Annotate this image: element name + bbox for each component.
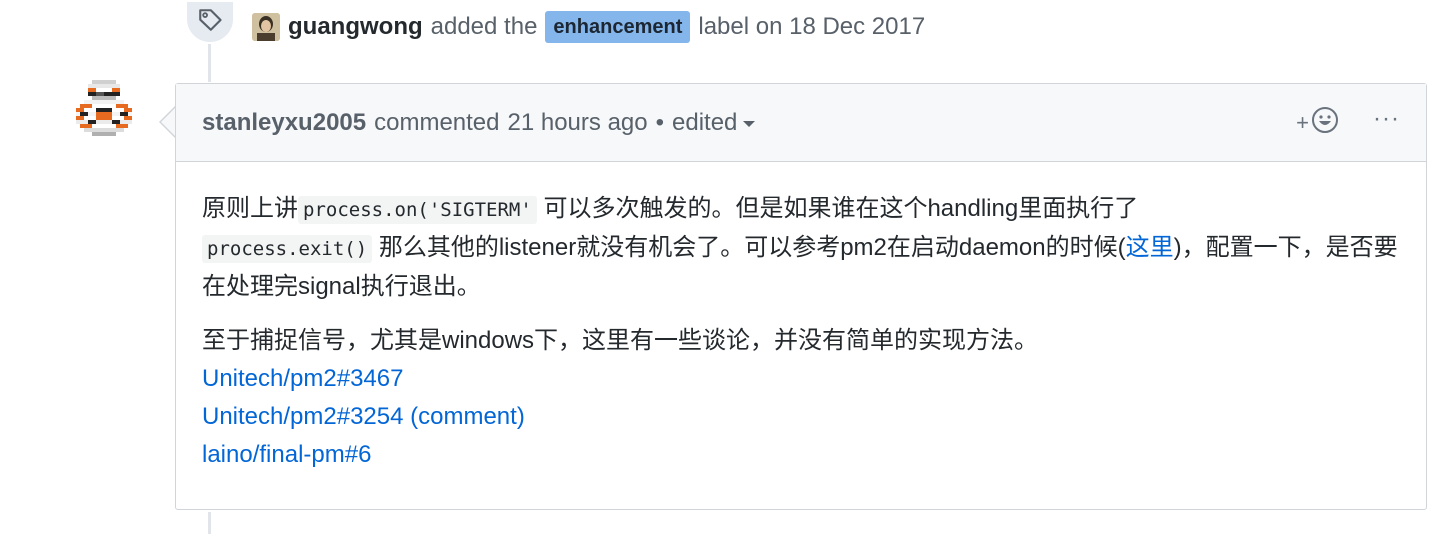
tag-event-badge [185,0,235,44]
comment-actions: + ··· [1296,84,1400,162]
comment-author-avatar[interactable] [72,80,136,164]
enhancement-label[interactable]: enhancement [545,11,691,43]
separator-dot: • [655,108,665,136]
comment-body: 原则上讲 process.on('SIGTERM' 可以多次触发的。但是如果谁在这… [176,162,1426,474]
tag-icon [197,7,223,38]
timeline-line-top [208,44,211,82]
add-reaction-button[interactable]: + [1296,106,1339,141]
comment-timestamp[interactable]: 21 hours ago [508,109,648,137]
caret-down-icon [743,120,756,127]
label-event: guangwong added the enhancement label on… [252,8,925,46]
more-options-icon[interactable]: ··· [1373,107,1400,131]
comment-arrow-fill [161,107,176,137]
issue-link-pm2-3467[interactable]: Unitech/pm2#3467 [202,360,1400,398]
comment-author-link[interactable]: stanleyxu2005 [202,109,366,137]
plus-icon: + [1296,110,1310,135]
event-actor-link[interactable]: guangwong [288,13,423,41]
comment-header: stanleyxu2005 commented 21 hours ago • e… [176,84,1426,162]
comment-box: stanleyxu2005 commented 21 hours ago • e… [175,83,1427,510]
inline-code-exit: process.exit() [202,235,373,263]
event-suffix-text: label on 18 Dec 2017 [698,13,926,40]
smiley-icon [1311,106,1339,141]
paragraph1-text-1: 原则上讲 [202,195,298,222]
paragraph1-text-2: 可以多次触发的。但是如果谁在这个handling里面执行了 [543,195,1139,222]
paragraph2-text: 至于捕捉信号，尤其是windows下，这里有一些谈论，并没有简单的实现方法。 [202,327,1039,354]
comment-paragraph-2: 至于捕捉信号，尤其是windows下，这里有一些谈论，并没有简单的实现方法。 U… [202,322,1400,474]
here-link[interactable]: 这里 [1126,234,1174,261]
edited-dropdown[interactable]: edited [672,108,756,137]
event-action-text: added the [430,13,538,40]
edited-label: edited [672,108,738,136]
issue-link-final-pm-6[interactable]: laino/final-pm#6 [202,436,1400,474]
comment-action-text: commented [374,108,500,136]
avatar[interactable] [252,13,280,41]
comment-paragraph-1: 原则上讲 process.on('SIGTERM' 可以多次触发的。但是如果谁在这… [202,190,1400,306]
timeline-line-bottom [208,512,211,534]
paragraph1-text-3: 那么其他的listener就没有机会了。可以参考pm2在启动daemon的时候( [378,234,1126,261]
inline-code-sigterm: process.on('SIGTERM' [298,196,537,224]
issue-link-pm2-3254[interactable]: Unitech/pm2#3254 (comment) [202,398,1400,436]
